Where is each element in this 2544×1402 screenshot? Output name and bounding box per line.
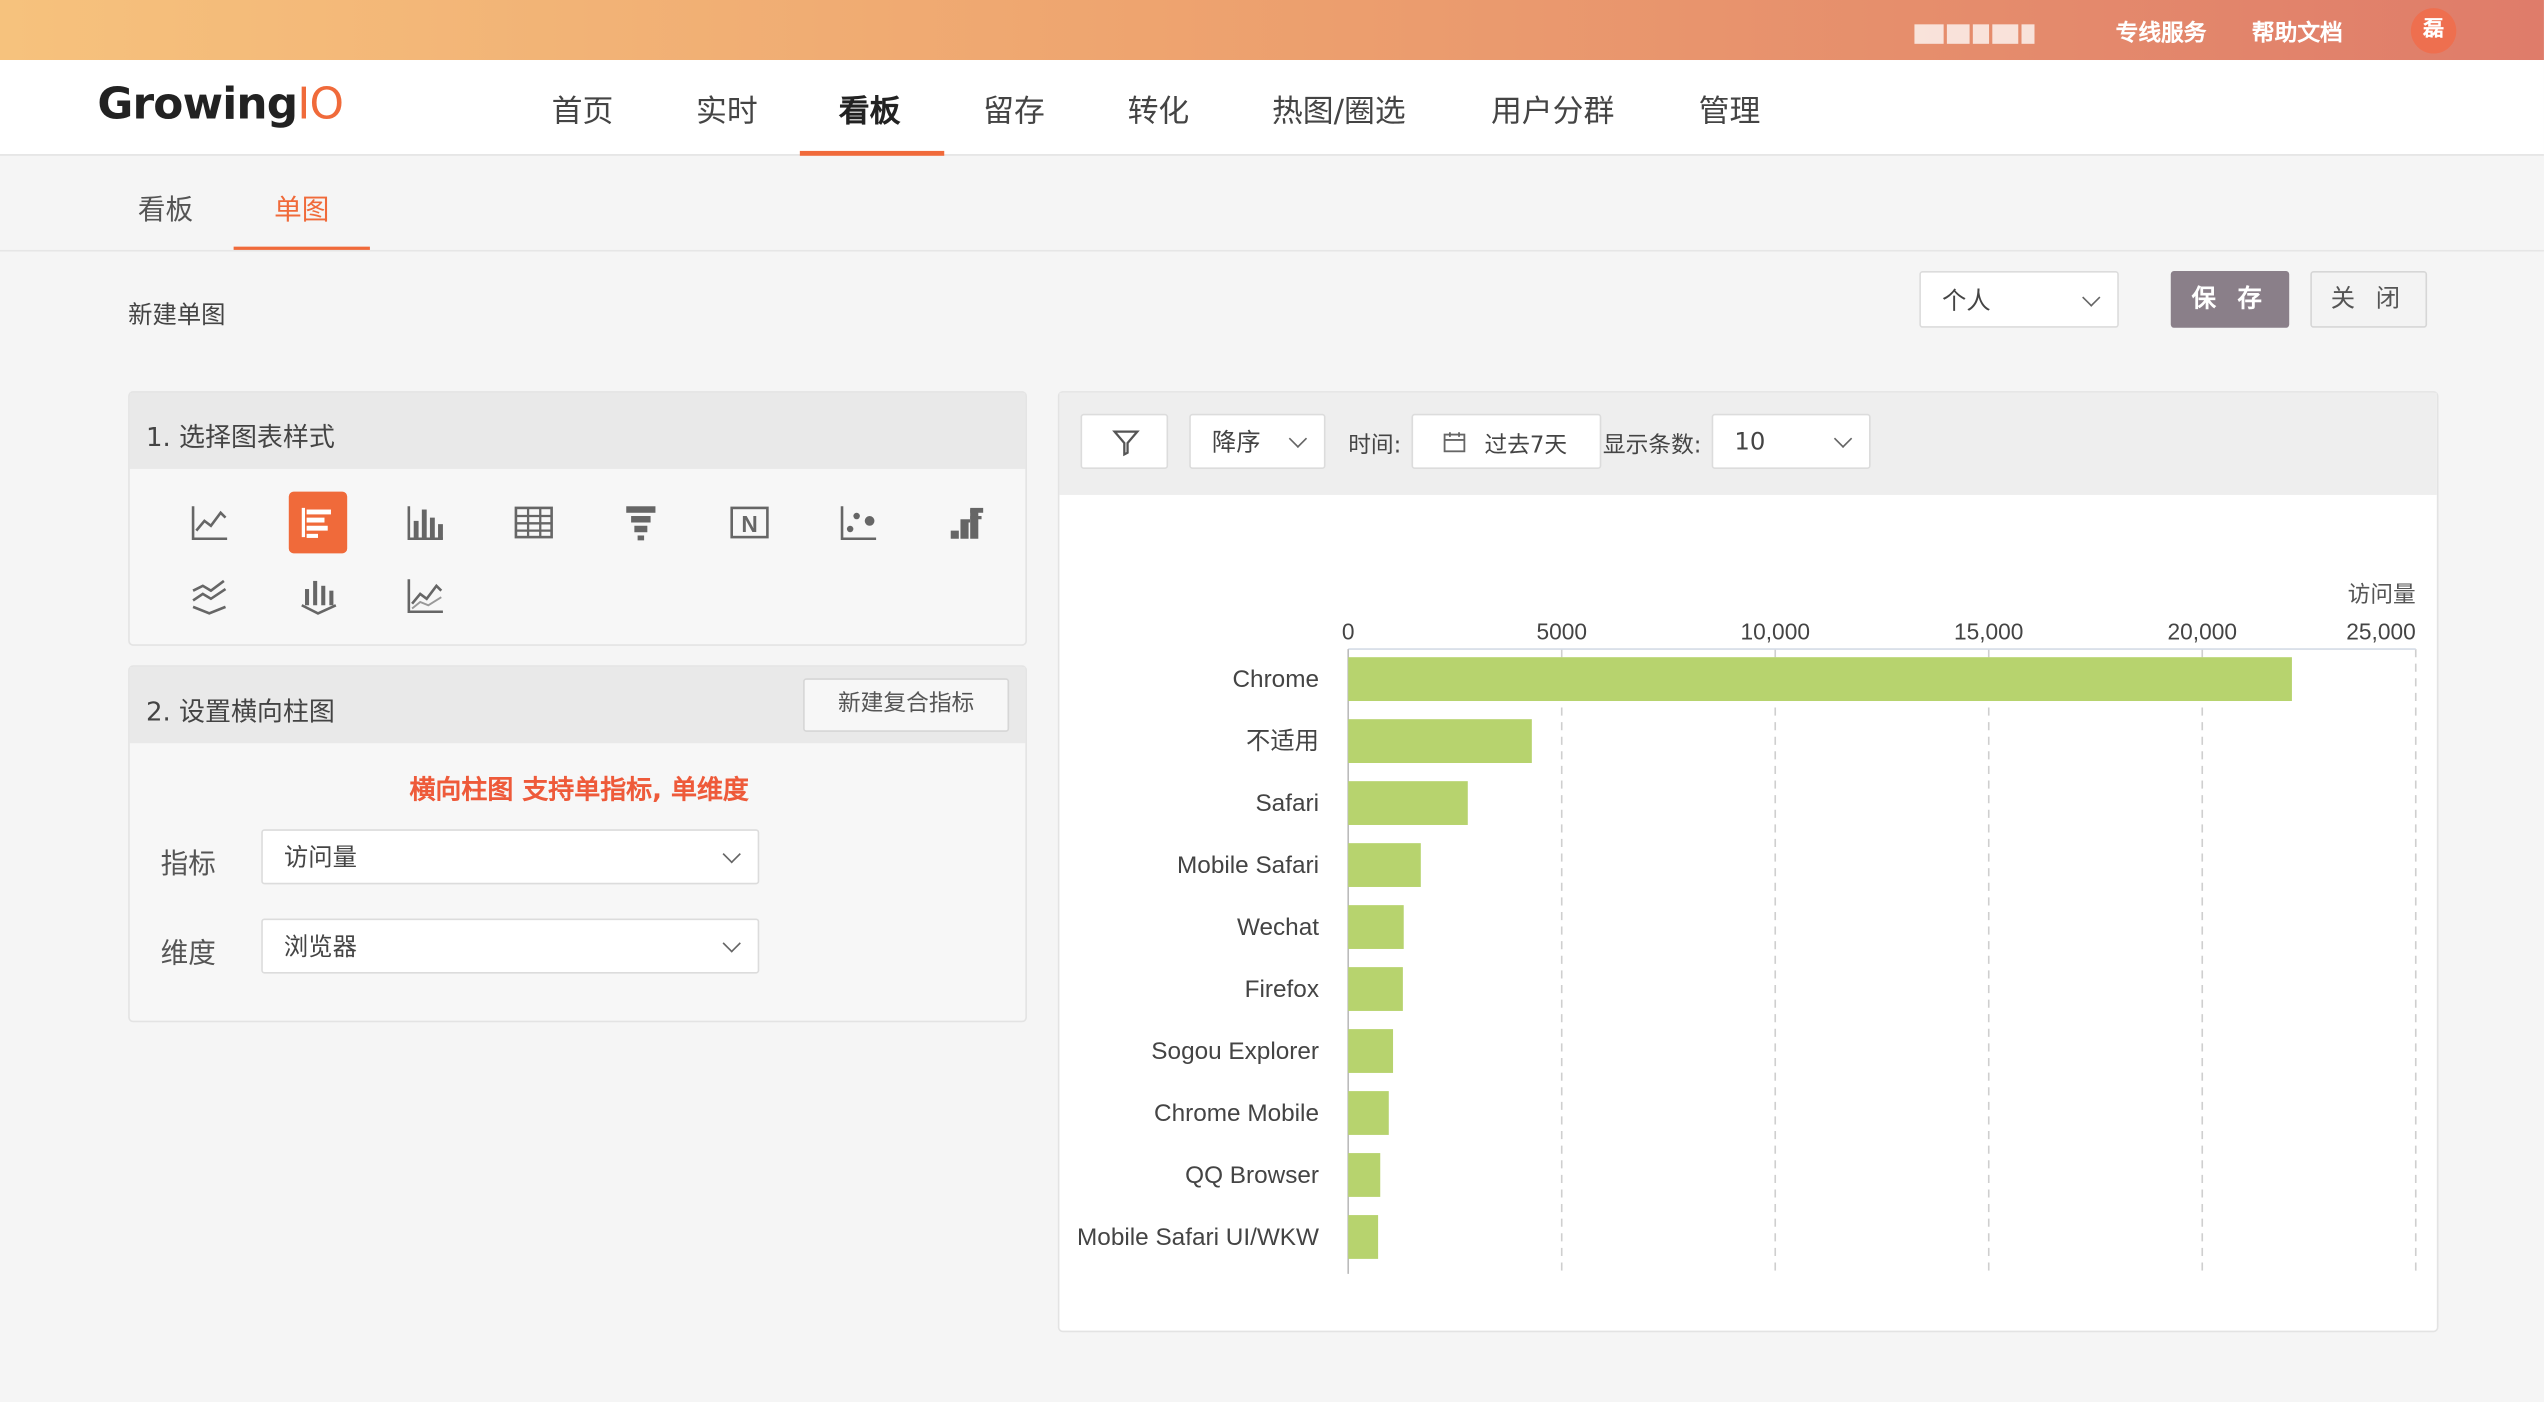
category-label: Wechat <box>1237 914 1319 941</box>
chart-toolbar: 降序 时间: 过去7天 显示条数: 10 <box>1059 392 2437 495</box>
main-nav: GrowingIO 首页 实时 看板 留存 转化 热图/圈选 用户分群 管理 <box>0 60 2544 156</box>
x-tick-label: 15,000 <box>1954 618 2023 644</box>
line-chart-icon[interactable] <box>182 495 237 550</box>
chart-style-panel: 1. 选择图表样式 N <box>128 391 1027 646</box>
nav-management[interactable]: 管理 <box>1699 88 1761 132</box>
axis-unit-label: 访问量 <box>2348 581 2416 607</box>
nav-user-segments[interactable]: 用户分群 <box>1491 88 1614 132</box>
bar <box>1348 1153 1381 1197</box>
stacked-bar-icon[interactable] <box>938 495 993 550</box>
svg-text:N: N <box>741 511 757 537</box>
time-range-picker[interactable]: 过去7天 <box>1411 413 1602 469</box>
category-label: Sogou Explorer <box>1151 1038 1319 1065</box>
growingio-logo[interactable]: GrowingIO <box>97 80 344 130</box>
bar <box>1348 719 1532 763</box>
tab-single-chart[interactable]: 单图 <box>274 187 329 227</box>
x-tick-label: 20,000 <box>2168 618 2237 644</box>
category-label: Chrome Mobile <box>1154 1100 1319 1127</box>
dimension-select[interactable]: 浏览器 <box>261 918 760 974</box>
panel-title: 1. 选择图表样式 <box>146 421 335 453</box>
chart-settings-panel: 2. 设置横向柱图 新建复合指标 横向柱图 支持单指标, 单维度 指标 访问量 … <box>128 665 1027 1023</box>
close-button[interactable]: 关 闭 <box>2310 270 2428 328</box>
nav-conversion[interactable]: 转化 <box>1128 88 1190 132</box>
chevron-down-icon <box>1288 429 1308 448</box>
bar <box>1348 843 1421 887</box>
x-tick-label: 10,000 <box>1741 618 1810 644</box>
category-label: Firefox <box>1245 976 1319 1003</box>
chevron-down-icon <box>1833 429 1853 448</box>
horizontal-bar-chart-icon[interactable] <box>288 491 348 554</box>
metric-label: 指标 <box>160 848 216 882</box>
category-label: QQ Browser <box>1185 1162 1319 1189</box>
stacked-area-icon[interactable] <box>182 568 237 623</box>
nav-active-indicator <box>799 150 945 156</box>
nav-heatmap[interactable]: 热图/圈选 <box>1272 88 1406 132</box>
filter-button[interactable] <box>1080 413 1169 469</box>
number-card-icon[interactable]: N <box>722 495 777 550</box>
dimension-label: 维度 <box>160 937 216 971</box>
bar <box>1348 967 1403 1011</box>
bar <box>1348 905 1404 949</box>
x-tick-label: 0 <box>1342 618 1355 644</box>
table-icon[interactable] <box>506 495 561 550</box>
category-label: Mobile Safari UI/WKW <box>1077 1224 1319 1251</box>
nav-realtime[interactable]: 实时 <box>696 88 758 132</box>
top-bar: 专线服务 帮助文档 磊 <box>0 0 2544 61</box>
user-name-blurred[interactable] <box>1914 16 2057 44</box>
x-tick-label: 5000 <box>1536 618 1587 644</box>
chart-hint-text: 横向柱图 支持单指标, 单维度 <box>409 774 749 805</box>
count-label: 显示条数: <box>1602 433 1702 460</box>
category-label: Mobile Safari <box>1177 852 1319 879</box>
funnel-icon[interactable] <box>613 495 668 550</box>
time-label: 时间: <box>1348 433 1402 460</box>
area-line-icon[interactable] <box>397 568 452 623</box>
avatar[interactable]: 磊 <box>2410 8 2457 54</box>
stacked-column-icon[interactable] <box>290 568 345 623</box>
panel-header: 1. 选择图表样式 <box>129 392 1026 469</box>
bar <box>1348 1091 1389 1135</box>
nav-home[interactable]: 首页 <box>552 88 614 132</box>
tab-active-indicator <box>233 246 370 250</box>
filter-icon <box>1112 430 1140 457</box>
horizontal-bar-chart: 访问量 0 5000 10,000 15,000 20,000 25,000 Chrome 不适… <box>1077 581 2417 1274</box>
scope-select[interactable]: 个人 <box>1919 270 2119 328</box>
help-docs-link[interactable]: 帮助文档 <box>2252 16 2343 48</box>
bar <box>1348 1029 1394 1073</box>
chart-preview-panel: 降序 时间: 过去7天 显示条数: 10 访问量 0 5000 10,000 15,00… <box>1057 391 2439 1333</box>
panel-title: 2. 设置横向柱图 <box>146 696 335 727</box>
bar <box>1348 657 2292 702</box>
bar <box>1348 781 1468 825</box>
bar <box>1348 1215 1379 1259</box>
scatter-icon[interactable] <box>831 495 886 550</box>
x-tick-label: 25,000 <box>2346 618 2415 644</box>
tab-dashboard[interactable]: 看板 <box>138 187 193 227</box>
new-composite-metric-button[interactable]: 新建复合指标 <box>803 678 1010 732</box>
dedicated-service-link[interactable]: 专线服务 <box>2116 16 2207 48</box>
chevron-down-icon <box>722 845 741 864</box>
chevron-down-icon <box>2082 287 2101 306</box>
category-label: Chrome <box>1232 666 1319 693</box>
sub-nav: 看板 单图 <box>0 157 2544 252</box>
count-select[interactable]: 10 <box>1711 413 1871 469</box>
nav-retention[interactable]: 留存 <box>983 88 1045 132</box>
vertical-bar-chart-icon[interactable] <box>397 495 452 550</box>
page-title: 新建单图 <box>128 300 226 330</box>
chevron-down-icon <box>722 934 741 953</box>
category-label: 不适用 <box>1246 728 1319 755</box>
save-button[interactable]: 保 存 <box>2170 270 2290 328</box>
time-range-value: 过去7天 <box>1484 433 1568 460</box>
category-label: Safari <box>1255 790 1319 817</box>
metric-select[interactable]: 访问量 <box>261 829 760 885</box>
nav-dashboard[interactable]: 看板 <box>839 88 901 132</box>
calendar-icon <box>1443 432 1466 453</box>
sort-select[interactable]: 降序 <box>1189 413 1326 469</box>
